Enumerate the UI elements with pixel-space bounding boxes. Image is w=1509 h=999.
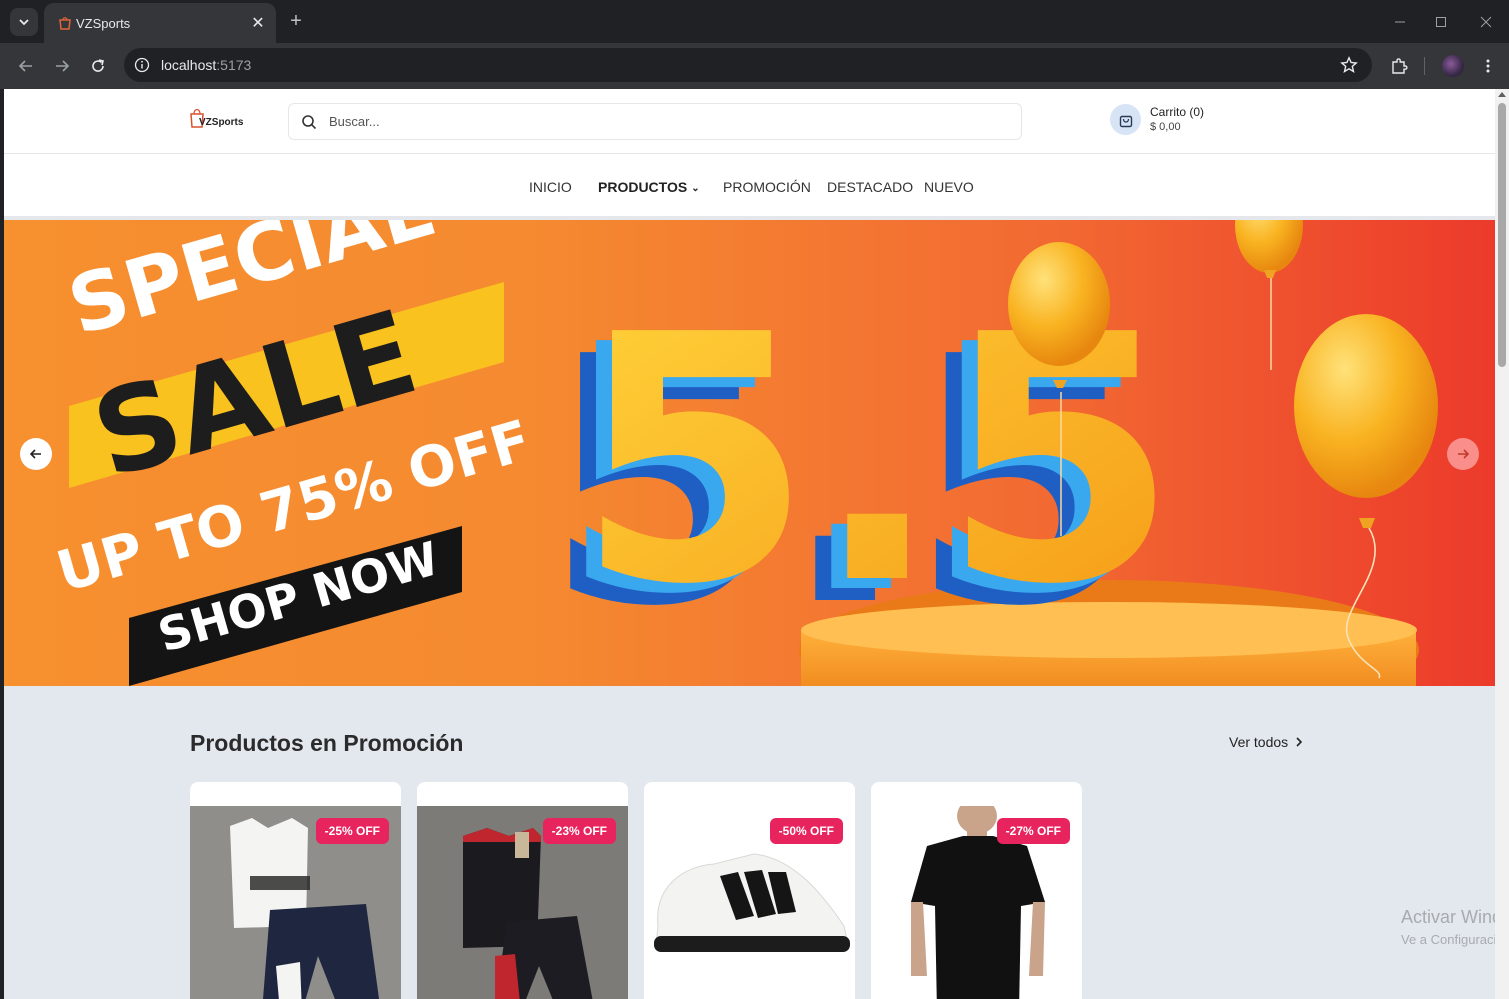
cart-total: $ 0,00 — [1150, 121, 1181, 133]
reload-icon — [92, 59, 104, 72]
cart-bag-icon — [1110, 104, 1141, 135]
main-nav: INICIO PRODUCTOS ⌄ PROMOCIÓN DESTACADO NU… — [4, 154, 1495, 218]
browser-toolbar: localhost:5173 — [0, 43, 1509, 89]
menu-button[interactable] — [1474, 52, 1502, 80]
tab-search-button[interactable] — [10, 8, 38, 36]
address-bar[interactable]: localhost:5173 — [124, 48, 1372, 82]
site-header: VZSports Carrito (0) $ 0,00 — [4, 89, 1495, 154]
shopping-bag-favicon-icon — [59, 17, 71, 30]
product-card[interactable]: -23% OFF — [417, 782, 628, 999]
arrow-right-icon — [1458, 449, 1470, 459]
discount-badge: -50% OFF — [769, 818, 843, 844]
product-card[interactable]: -50% OFF — [644, 782, 855, 999]
watermark-line-2: Ve a Configuración para activar Windows. — [1401, 932, 1495, 947]
search-icon — [302, 115, 317, 130]
product-card[interactable]: -27% OFF — [871, 782, 1082, 999]
page-viewport: VZSports Carrito (0) $ 0,00 INICIO PRODU… — [4, 89, 1495, 999]
watermark-line-1: Activar Windows — [1401, 907, 1495, 927]
scroll-up-arrow-icon[interactable] — [1498, 92, 1506, 97]
tab-title: VZSports — [76, 16, 131, 31]
windows-activation-watermark: Activar Windows Ve a Configuración para … — [1401, 907, 1495, 947]
see-all-link[interactable]: Ver todos — [1229, 734, 1304, 750]
balloon-top — [1235, 220, 1303, 370]
arrow-right-icon — [56, 60, 70, 72]
new-tab-button[interactable]: + — [284, 9, 308, 33]
browser-tab[interactable]: VZSports ✕ — [44, 3, 276, 43]
url-text: localhost:5173 — [161, 57, 251, 73]
discount-badge: -27% OFF — [996, 818, 1070, 844]
nav-item-productos[interactable]: PRODUCTOS ⌄ — [598, 179, 700, 195]
nav-item-inicio[interactable]: INICIO — [529, 179, 572, 195]
reload-button[interactable] — [84, 52, 112, 80]
scrollbar-thumb[interactable] — [1498, 103, 1506, 367]
product-card[interactable]: -25% OFF — [190, 782, 401, 999]
maximize-icon[interactable] — [1429, 10, 1453, 34]
hero-banner[interactable]: SPECIAL SALE UP TO 75% OFF SHOP NOW 5.5 … — [4, 220, 1495, 686]
profile-avatar[interactable] — [1442, 55, 1464, 77]
hero-text-group: SPECIAL SALE UP TO 75% OFF SHOP NOW — [50, 220, 538, 686]
search-box[interactable] — [288, 103, 1022, 140]
toolbar-divider — [1424, 57, 1425, 75]
puzzle-icon — [1392, 58, 1408, 74]
chevron-down-icon — [19, 19, 29, 26]
logo-text: VZSports — [199, 117, 244, 128]
url-port: :5173 — [216, 57, 252, 73]
promo-section-title: Productos en Promoción — [190, 730, 464, 756]
hero-next-button[interactable] — [1447, 438, 1479, 470]
site-logo[interactable]: VZSports — [189, 107, 244, 131]
page-scrollbar[interactable] — [1495, 89, 1509, 999]
hero-sale-image: SPECIAL SALE UP TO 75% OFF SHOP NOW 5.5 … — [50, 220, 1438, 686]
chevron-right-icon — [1296, 737, 1303, 747]
info-icon[interactable] — [134, 57, 150, 73]
nav-item-nuevo[interactable]: NUEVO — [924, 179, 974, 195]
back-button[interactable] — [12, 52, 40, 80]
cart-label: Carrito (0) — [1150, 105, 1205, 119]
discount-badge: -23% OFF — [542, 818, 616, 844]
arrow-left-icon — [29, 449, 41, 459]
discount-badge: -25% OFF — [315, 818, 389, 844]
cart-button[interactable]: Carrito (0) $ 0,00 — [1110, 104, 1250, 138]
forward-button[interactable] — [48, 52, 76, 80]
more-vertical-icon — [1486, 59, 1490, 73]
nav-item-destacado[interactable]: DESTACADO — [827, 179, 913, 195]
see-all-label: Ver todos — [1229, 734, 1289, 750]
nav-item-promocion[interactable]: PROMOCIÓN — [723, 179, 811, 195]
browser-tabstrip: VZSports ✕ + — [0, 0, 1509, 43]
arrow-left-icon — [18, 60, 32, 72]
bookmark-star-icon[interactable] — [1340, 56, 1358, 74]
close-window-icon[interactable] — [1474, 10, 1498, 34]
chevron-down-icon: ⌄ — [691, 182, 700, 194]
url-host: localhost — [161, 57, 217, 73]
search-input[interactable] — [329, 104, 1009, 139]
hero-prev-button[interactable] — [20, 438, 52, 470]
extensions-button[interactable] — [1385, 52, 1413, 80]
nav-item-productos-label: PRODUCTOS — [598, 179, 688, 195]
minimize-icon[interactable] — [1388, 10, 1412, 34]
tab-close-icon[interactable]: ✕ — [248, 13, 268, 33]
